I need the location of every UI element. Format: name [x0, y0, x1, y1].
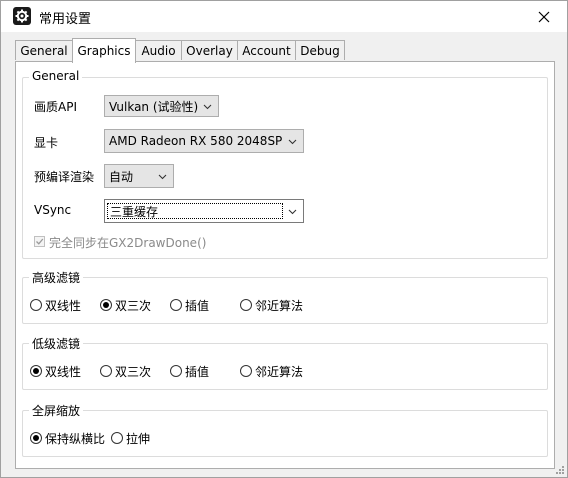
downscale-label-bilinear[interactable]: 双线性	[45, 363, 81, 380]
upscale-filter-title: 高级滤镜	[29, 269, 84, 286]
upscale-label-hermite[interactable]: 插值	[185, 297, 209, 314]
chevron-down-icon	[158, 174, 167, 180]
graphics-panel: General 画质API Vulkan (试验性) 显卡 AMD Radeon…	[15, 61, 555, 469]
scaling-label-keep-aspect[interactable]: 保持纵横比	[45, 430, 105, 447]
api-dropdown[interactable]: Vulkan (试验性)	[104, 95, 219, 117]
fullscreen-scaling-title: 全屏缩放	[29, 402, 84, 419]
gear-icon	[13, 7, 31, 25]
upscale-label-bicubic[interactable]: 双三次	[115, 297, 151, 314]
upscale-label-nearest[interactable]: 邻近算法	[255, 297, 303, 314]
vsync-dropdown[interactable]: 三重缓存	[104, 199, 304, 223]
downscale-radio-bicubic[interactable]	[100, 365, 112, 377]
gpu-dropdown[interactable]: AMD Radeon RX 580 2048SP	[104, 129, 304, 153]
upscale-radio-bicubic[interactable]	[100, 299, 112, 311]
general-group-title: General	[29, 69, 83, 83]
downscale-label-nearest[interactable]: 邻近算法	[255, 363, 303, 380]
downscale-radio-hermite[interactable]	[170, 365, 182, 377]
upscale-radio-hermite[interactable]	[170, 299, 182, 311]
upscale-radio-bilinear[interactable]	[30, 299, 42, 311]
fullsync-label: 完全同步在GX2DrawDone()	[49, 236, 207, 250]
tab-general[interactable]: General	[15, 40, 73, 60]
scaling-radio-keep-aspect[interactable]	[30, 432, 42, 444]
title-bar: 常用设置	[1, 1, 567, 32]
gpu-dropdown-value: AMD Radeon RX 580 2048SP	[109, 134, 283, 148]
fullscreen-scaling-group: 全屏缩放 保持纵横比 拉伸	[22, 402, 548, 457]
downscale-radio-nearest[interactable]	[240, 365, 252, 377]
window-title: 常用设置	[39, 12, 92, 27]
downscale-filter-group: 低级滤镜 双线性 双三次 插值 邻近算法	[22, 335, 548, 390]
upscale-radio-nearest[interactable]	[240, 299, 252, 311]
downscale-radio-bilinear[interactable]	[30, 365, 42, 377]
downscale-filter-title: 低级滤镜	[29, 335, 84, 352]
scaling-label-stretch[interactable]: 拉伸	[126, 430, 150, 447]
precompile-label: 预编译渲染	[34, 170, 95, 184]
scaling-radio-stretch[interactable]	[111, 432, 123, 444]
gpu-label: 显卡	[34, 136, 59, 150]
vsync-label: VSync	[34, 203, 72, 217]
chevron-down-icon	[288, 209, 297, 215]
check-icon	[36, 238, 44, 245]
tab-audio[interactable]: Audio	[135, 40, 182, 60]
vsync-focus-box: 三重缓存	[107, 203, 283, 219]
settings-window: 常用设置 General Graphics Audio Overlay Acco…	[0, 0, 568, 478]
upscale-label-bilinear[interactable]: 双线性	[45, 297, 81, 314]
tab-strip: General Graphics Audio Overlay Account D…	[15, 38, 555, 63]
tab-account[interactable]: Account	[237, 40, 296, 60]
chevron-down-icon	[203, 104, 212, 110]
fullsync-checkbox[interactable]	[34, 236, 45, 247]
precompile-dropdown[interactable]: 自动	[104, 164, 174, 188]
chevron-down-icon	[288, 139, 297, 145]
downscale-label-hermite[interactable]: 插值	[185, 363, 209, 380]
api-label: 画质API	[34, 100, 77, 114]
close-icon	[538, 11, 550, 22]
vsync-dropdown-value: 三重缓存	[110, 204, 159, 219]
api-dropdown-value: Vulkan (试验性)	[109, 99, 199, 114]
tab-overlay[interactable]: Overlay	[181, 40, 238, 60]
tab-graphics[interactable]: Graphics	[72, 38, 136, 63]
downscale-label-bicubic[interactable]: 双三次	[115, 363, 151, 380]
precompile-dropdown-value: 自动	[109, 169, 134, 184]
close-button[interactable]	[521, 1, 567, 32]
general-group: General 画质API Vulkan (试验性) 显卡 AMD Radeon…	[22, 69, 548, 259]
upscale-filter-group: 高级滤镜 双线性 双三次 插值 邻近算法	[22, 269, 548, 324]
tab-debug[interactable]: Debug	[295, 40, 345, 60]
